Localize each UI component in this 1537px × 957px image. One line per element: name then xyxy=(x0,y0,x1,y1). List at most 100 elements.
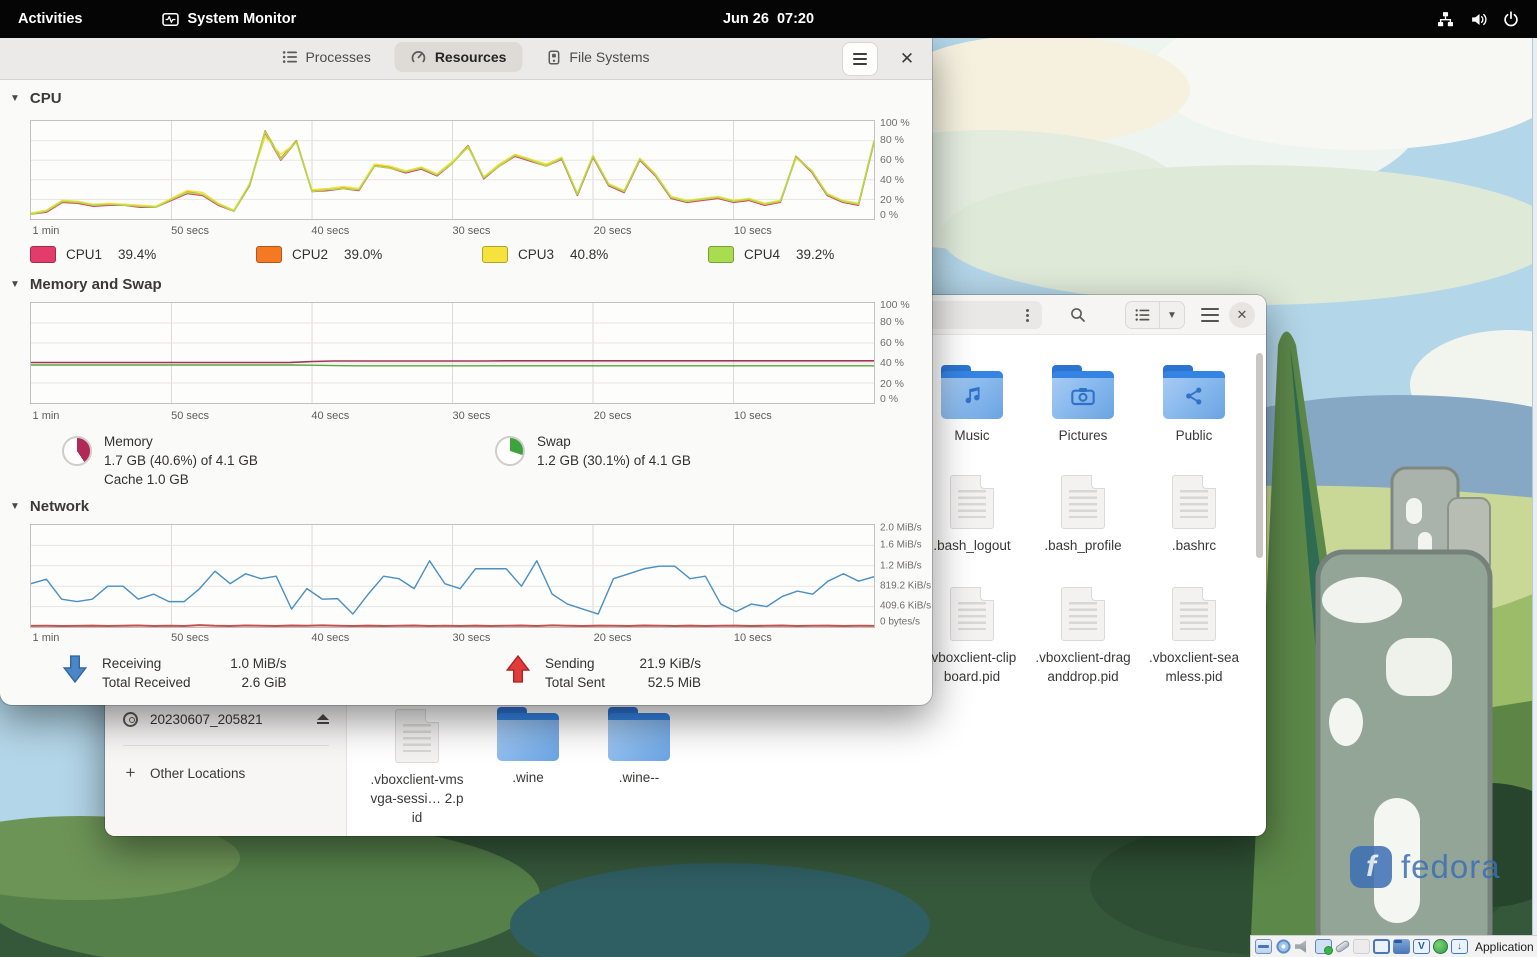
vbox-audio-icon xyxy=(1295,940,1307,953)
cpu3-legend-item[interactable]: CPU3 40.8% xyxy=(482,246,608,263)
file-systems-icon xyxy=(548,49,560,65)
host-window-edge xyxy=(1532,38,1537,935)
memory-summary: Memory 1.7 GB (40.6%) of 4.1 GB Cache 1.… xyxy=(62,432,258,489)
text-file-icon xyxy=(1172,587,1216,641)
memory-label: Memory xyxy=(104,434,153,449)
list-view-icon[interactable] xyxy=(1126,308,1159,322)
memory-y-axis: 100 % 80 % 60 % 40 % 20 % 0 % xyxy=(880,299,910,405)
clock[interactable]: Jun 26 07:20 xyxy=(723,11,814,27)
files-scrollbar[interactable] xyxy=(1256,353,1263,558)
primary-menu-button[interactable] xyxy=(842,42,878,76)
file-item-wine2[interactable]: .wine-- xyxy=(587,705,691,787)
search-button[interactable] xyxy=(1063,301,1093,329)
cpu-section-header[interactable]: ▼ CPU xyxy=(10,90,62,107)
view-options-chevron-icon[interactable]: ▼ xyxy=(1160,310,1184,321)
network-receiving-summary: Receiving Total Received 1.0 MiB/s 2.6 G… xyxy=(62,654,287,692)
collapse-chevron-icon: ▼ xyxy=(10,279,20,290)
close-button[interactable]: ✕ xyxy=(892,44,922,74)
file-label: Public xyxy=(1175,428,1213,443)
power-icon xyxy=(1504,11,1518,27)
sending-arrow-icon xyxy=(505,654,531,683)
processes-icon xyxy=(282,51,298,63)
file-label: .wine xyxy=(512,770,544,785)
vbox-optical-disc-icon xyxy=(1275,939,1292,954)
file-label: Music xyxy=(954,428,990,443)
folder-camera-icon xyxy=(1052,365,1114,419)
text-file-icon xyxy=(950,475,994,529)
tab-resources[interactable]: Resources xyxy=(394,42,523,72)
vbox-status-bar: V ↓ Application xyxy=(1250,935,1537,957)
resources-icon xyxy=(411,51,426,63)
file-item-vbox-seamless[interactable]: .vboxclient-seamless.pid xyxy=(1142,583,1246,686)
memory-pie-icon xyxy=(62,436,92,466)
text-file-icon xyxy=(1061,475,1105,529)
tab-label: Processes xyxy=(305,49,371,65)
sidebar-item-other-locations[interactable]: + Other Locations xyxy=(113,757,339,789)
cpu-x-axis: 1 min 50 secs 40 secs 30 secs 20 secs 10… xyxy=(32,225,772,237)
file-item-bash-profile[interactable]: .bash_profile xyxy=(1031,471,1135,555)
network-section-header[interactable]: ▼ Network xyxy=(10,498,89,515)
view-switcher: Processes Resources File Systems xyxy=(266,42,665,72)
cpu-legend: CPU1 39.4% CPU2 39.0% CPU3 40.8% CPU4 39… xyxy=(0,246,932,270)
fedora-logo-icon: f xyxy=(1350,846,1392,888)
cpu-y-axis: 100 % 80 % 60 % 40 % 20 % 0 % xyxy=(880,117,910,221)
tab-file-systems[interactable]: File Systems xyxy=(530,42,665,72)
file-label: .bash_profile xyxy=(1044,538,1122,553)
focused-app-menu[interactable]: System Monitor xyxy=(162,11,296,28)
tab-processes[interactable]: Processes xyxy=(266,42,386,72)
text-file-icon xyxy=(1061,587,1105,641)
cpu2-swatch xyxy=(256,246,282,263)
cpu1-percent: 39.4% xyxy=(118,247,157,262)
eject-icon[interactable] xyxy=(317,713,329,725)
plus-icon: + xyxy=(125,763,136,782)
search-icon xyxy=(1071,308,1085,322)
vbox-network-icon xyxy=(1315,939,1333,955)
activities-button[interactable]: Activities xyxy=(0,0,100,38)
file-item-public[interactable]: Public xyxy=(1142,363,1246,445)
system-monitor-window: Processes Resources File Systems ✕ ▼ CPU xyxy=(0,38,932,705)
system-tray[interactable] xyxy=(1429,0,1527,38)
tab-label: Resources xyxy=(434,49,507,65)
memory-cache: Cache 1.0 GB xyxy=(104,472,189,487)
sidebar-item-volume[interactable]: 20230607_205821 xyxy=(113,703,339,735)
cpu1-legend-item[interactable]: CPU1 39.4% xyxy=(30,246,156,263)
more-options-icon[interactable] xyxy=(1018,308,1036,322)
files-menu-button[interactable] xyxy=(1197,303,1223,327)
receiving-arrow-icon xyxy=(62,655,88,684)
desktop: f fedora ▼ ✕ 20230607_205821 + Other Loc… xyxy=(0,0,1537,957)
file-label: .bash_logout xyxy=(933,538,1011,553)
cpu4-legend-item[interactable]: CPU4 39.2% xyxy=(708,246,834,263)
file-item-vbox-vmsvga[interactable]: .vboxclient-vmsvga-sessi… 2.pid xyxy=(365,705,469,827)
network-sending-summary: Sending Total Sent 21.9 KiB/s 52.5 MiB xyxy=(505,654,701,692)
swap-label: Swap xyxy=(537,434,571,449)
memory-x-axis: 1 min 50 secs 40 secs 30 secs 20 secs 10… xyxy=(32,410,772,422)
files-close-button[interactable]: ✕ xyxy=(1229,302,1255,328)
network-chart xyxy=(30,524,875,628)
file-label: .vboxclient-draganddrop.pid xyxy=(1035,650,1131,684)
sidebar-separator xyxy=(123,745,329,746)
system-monitor-headerbar: Processes Resources File Systems ✕ xyxy=(0,38,932,80)
file-item-wine[interactable]: .wine xyxy=(476,705,580,787)
total-sent-value: 52.5 MiB xyxy=(647,675,702,690)
file-label: .vboxclient-seamless.pid xyxy=(1148,650,1240,684)
folder-share-icon xyxy=(1163,365,1225,419)
network-y-axis: 2.0 MiB/s 1.6 MiB/s 1.2 MiB/s 819.2 KiB/… xyxy=(880,522,932,628)
cpu2-percent: 39.0% xyxy=(344,247,383,262)
vbox-display-icon xyxy=(1373,939,1390,954)
cpu-chart xyxy=(30,120,875,220)
file-item-pictures[interactable]: Pictures xyxy=(1031,363,1135,445)
swap-detail: 1.2 GB (30.1%) of 4.1 GB xyxy=(537,453,691,468)
file-label: .vboxclient-clipboard.pid xyxy=(927,650,1017,684)
fedora-logo-letter: f xyxy=(1366,850,1376,883)
vbox-usb-icon xyxy=(1334,939,1351,954)
collapse-chevron-icon: ▼ xyxy=(10,93,20,104)
total-sent-label: Total Sent xyxy=(545,675,606,690)
sending-rate: 21.9 KiB/s xyxy=(639,656,702,671)
view-toggle[interactable]: ▼ xyxy=(1125,301,1185,329)
memory-section-header[interactable]: ▼ Memory and Swap xyxy=(10,276,162,293)
cpu1-swatch xyxy=(30,246,56,263)
file-item-bashrc[interactable]: .bashrc xyxy=(1142,471,1246,555)
file-item-vbox-draganddrop[interactable]: .vboxclient-draganddrop.pid xyxy=(1031,583,1135,686)
cpu2-legend-item[interactable]: CPU2 39.0% xyxy=(256,246,382,263)
file-label: .vboxclient-vmsvga-sessi… 2.pid xyxy=(370,772,464,825)
